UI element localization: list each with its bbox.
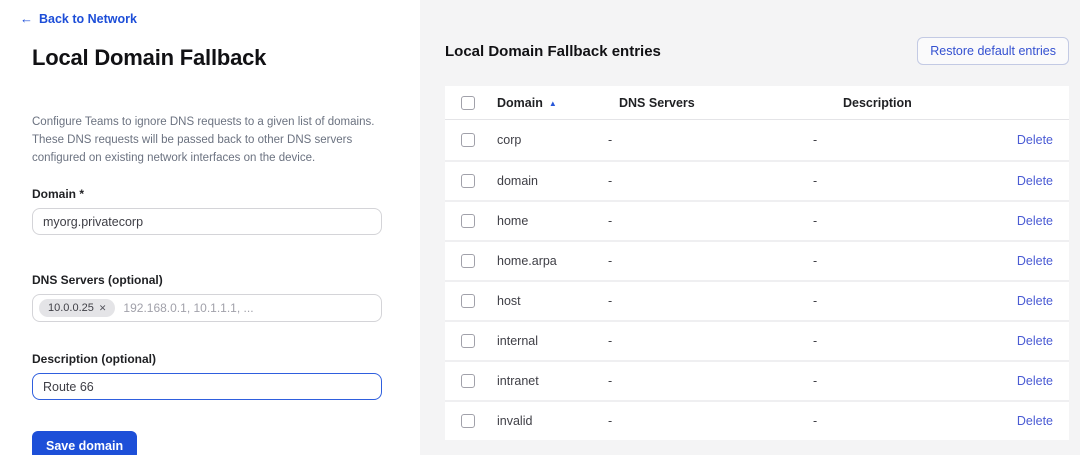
remove-tag-icon[interactable]: ✕ xyxy=(99,304,107,313)
row-description: - xyxy=(813,414,973,428)
dns-servers-input[interactable]: 10.0.0.25 ✕ xyxy=(32,294,382,322)
row-checkbox[interactable] xyxy=(461,174,475,188)
dns-servers-text-input[interactable] xyxy=(123,301,375,315)
row-dns-servers: - xyxy=(608,254,813,268)
row-checkbox[interactable] xyxy=(461,133,475,147)
row-domain: invalid xyxy=(497,414,608,428)
column-header-dns-servers[interactable]: DNS Servers xyxy=(608,96,813,110)
dns-servers-field-group: DNS Servers (optional) 10.0.0.25 ✕ xyxy=(32,273,382,322)
entries-header: Local Domain Fallback entries Restore de… xyxy=(445,37,1069,65)
row-domain: home.arpa xyxy=(497,254,608,268)
domain-label: Domain * xyxy=(32,187,382,201)
row-description: - xyxy=(813,254,973,268)
row-description: - xyxy=(813,214,973,228)
description-input[interactable] xyxy=(32,373,382,400)
table-body: corp - - Delete domain - - Delete home -… xyxy=(445,120,1069,440)
row-dns-servers: - xyxy=(608,133,813,147)
row-domain: corp xyxy=(497,133,608,147)
column-header-description[interactable]: Description xyxy=(813,96,973,110)
table-row: host - - Delete xyxy=(445,280,1069,320)
table-row: domain - - Delete xyxy=(445,160,1069,200)
entries-title: Local Domain Fallback entries xyxy=(445,43,661,60)
table-row: home.arpa - - Delete xyxy=(445,240,1069,280)
row-domain: host xyxy=(497,294,608,308)
table-row: internal - - Delete xyxy=(445,320,1069,360)
row-dns-servers: - xyxy=(608,374,813,388)
row-description: - xyxy=(813,174,973,188)
delete-link[interactable]: Delete xyxy=(1017,374,1053,388)
table-row: intranet - - Delete xyxy=(445,360,1069,400)
row-checkbox[interactable] xyxy=(461,414,475,428)
delete-link[interactable]: Delete xyxy=(1017,174,1053,188)
select-all-checkbox[interactable] xyxy=(461,96,475,110)
restore-default-entries-button[interactable]: Restore default entries xyxy=(917,37,1069,65)
row-domain: intranet xyxy=(497,374,608,388)
sort-asc-icon: ▲ xyxy=(549,99,557,108)
back-link-label: Back to Network xyxy=(39,12,137,26)
domain-field-group: Domain * xyxy=(32,187,382,235)
row-domain: home xyxy=(497,214,608,228)
row-dns-servers: - xyxy=(608,414,813,428)
dns-servers-label: DNS Servers (optional) xyxy=(32,273,382,287)
entries-table: Domain▲ DNS Servers Description corp - -… xyxy=(445,86,1069,440)
delete-link[interactable]: Delete xyxy=(1017,294,1053,308)
delete-link[interactable]: Delete xyxy=(1017,133,1053,147)
row-dns-servers: - xyxy=(608,294,813,308)
row-description: - xyxy=(813,374,973,388)
arrow-left-icon: ← xyxy=(20,11,33,26)
description-label: Description (optional) xyxy=(32,352,382,366)
row-domain: internal xyxy=(497,334,608,348)
row-checkbox[interactable] xyxy=(461,214,475,228)
domain-input[interactable] xyxy=(32,208,382,235)
table-row: home - - Delete xyxy=(445,200,1069,240)
row-checkbox[interactable] xyxy=(461,294,475,308)
delete-link[interactable]: Delete xyxy=(1017,334,1053,348)
delete-link[interactable]: Delete xyxy=(1017,214,1053,228)
row-checkbox[interactable] xyxy=(461,334,475,348)
settings-panel: ← Back to Network Local Domain Fallback … xyxy=(0,0,420,455)
row-dns-servers: - xyxy=(608,214,813,228)
row-description: - xyxy=(813,294,973,308)
dns-server-tag-value: 10.0.0.25 xyxy=(48,302,94,314)
delete-link[interactable]: Delete xyxy=(1017,414,1053,428)
page-description: Configure Teams to ignore DNS requests t… xyxy=(32,114,377,167)
row-description: - xyxy=(813,133,973,147)
page-title: Local Domain Fallback xyxy=(32,45,382,71)
description-field-group: Description (optional) xyxy=(32,352,382,400)
row-checkbox[interactable] xyxy=(461,374,475,388)
delete-link[interactable]: Delete xyxy=(1017,254,1053,268)
column-header-domain[interactable]: Domain▲ xyxy=(497,96,608,110)
row-domain: domain xyxy=(497,174,608,188)
row-dns-servers: - xyxy=(608,334,813,348)
dns-server-tag: 10.0.0.25 ✕ xyxy=(39,299,115,317)
row-checkbox[interactable] xyxy=(461,254,475,268)
back-to-network-link[interactable]: ← Back to Network xyxy=(20,11,137,26)
entries-panel: Local Domain Fallback entries Restore de… xyxy=(420,0,1080,455)
save-domain-button[interactable]: Save domain xyxy=(32,431,137,455)
table-header-row: Domain▲ DNS Servers Description xyxy=(445,86,1069,120)
table-row: invalid - - Delete xyxy=(445,400,1069,440)
table-row: corp - - Delete xyxy=(445,120,1069,160)
row-dns-servers: - xyxy=(608,174,813,188)
row-description: - xyxy=(813,334,973,348)
